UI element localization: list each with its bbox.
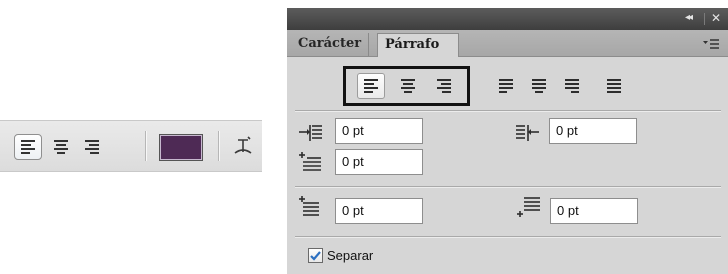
text-options-bar <box>0 120 262 172</box>
justify-all-icon <box>607 79 621 93</box>
text-color-swatch[interactable] <box>159 134 203 161</box>
panel-titlebar: ◂◂ ✕ <box>287 8 728 30</box>
options-separator <box>218 131 220 161</box>
space-after-icon <box>517 197 540 217</box>
panel-divider <box>295 186 721 188</box>
indent-first-line-icon <box>299 152 321 171</box>
panel-body: 0 pt 0 pt 0 pt 0 pt 0 pt Separar <box>287 56 728 274</box>
align-center-button[interactable] <box>47 134 75 160</box>
checkmark-icon <box>310 251 321 261</box>
tab-parrafo[interactable]: Párrafo <box>377 33 459 57</box>
align-left-icon <box>21 140 35 154</box>
space-before-icon <box>299 196 319 216</box>
collapse-panel-button[interactable]: ◂◂ <box>685 12 693 23</box>
panel-divider <box>295 110 721 112</box>
justify-last-center-icon <box>532 79 546 93</box>
titlebar-separator <box>704 13 705 25</box>
tab-caracter[interactable]: Carácter <box>291 33 370 56</box>
indent-first-line-field[interactable]: 0 pt <box>335 149 423 175</box>
justify-all-button[interactable] <box>600 73 628 99</box>
align-center-icon <box>54 140 68 154</box>
indent-right-field[interactable]: 0 pt <box>549 118 637 144</box>
justify-last-right-icon <box>565 79 579 93</box>
indent-left-icon <box>299 125 322 141</box>
hyphenate-checkbox[interactable] <box>308 248 323 263</box>
justify-last-left-button[interactable] <box>492 73 520 99</box>
panel-divider <box>295 236 721 238</box>
justify-last-right-button[interactable] <box>558 73 586 99</box>
justify-last-left-icon <box>499 79 513 93</box>
align-right-button[interactable] <box>78 134 106 160</box>
warp-text-icon <box>234 136 252 154</box>
space-after-field[interactable]: 0 pt <box>550 198 638 224</box>
warp-text-button[interactable] <box>232 136 254 158</box>
justify-last-center-button[interactable] <box>525 73 553 99</box>
indent-left-field[interactable]: 0 pt <box>335 118 423 144</box>
align-right-icon <box>85 140 99 154</box>
indent-right-icon <box>516 125 539 141</box>
options-separator <box>145 131 147 161</box>
alignment-highlight-box <box>343 66 470 106</box>
hyphenate-label: Separar <box>327 248 374 263</box>
panel-tabbar: Carácter Párrafo <box>287 30 728 57</box>
panel-menu-icon[interactable] <box>703 38 719 50</box>
align-left-button[interactable] <box>14 134 42 160</box>
paragraph-panel: ◂◂ ✕ Carácter Párrafo 0 pt 0 pt 0 pt 0 p… <box>287 8 728 274</box>
close-panel-button[interactable]: ✕ <box>711 11 721 25</box>
space-before-field[interactable]: 0 pt <box>335 198 423 224</box>
